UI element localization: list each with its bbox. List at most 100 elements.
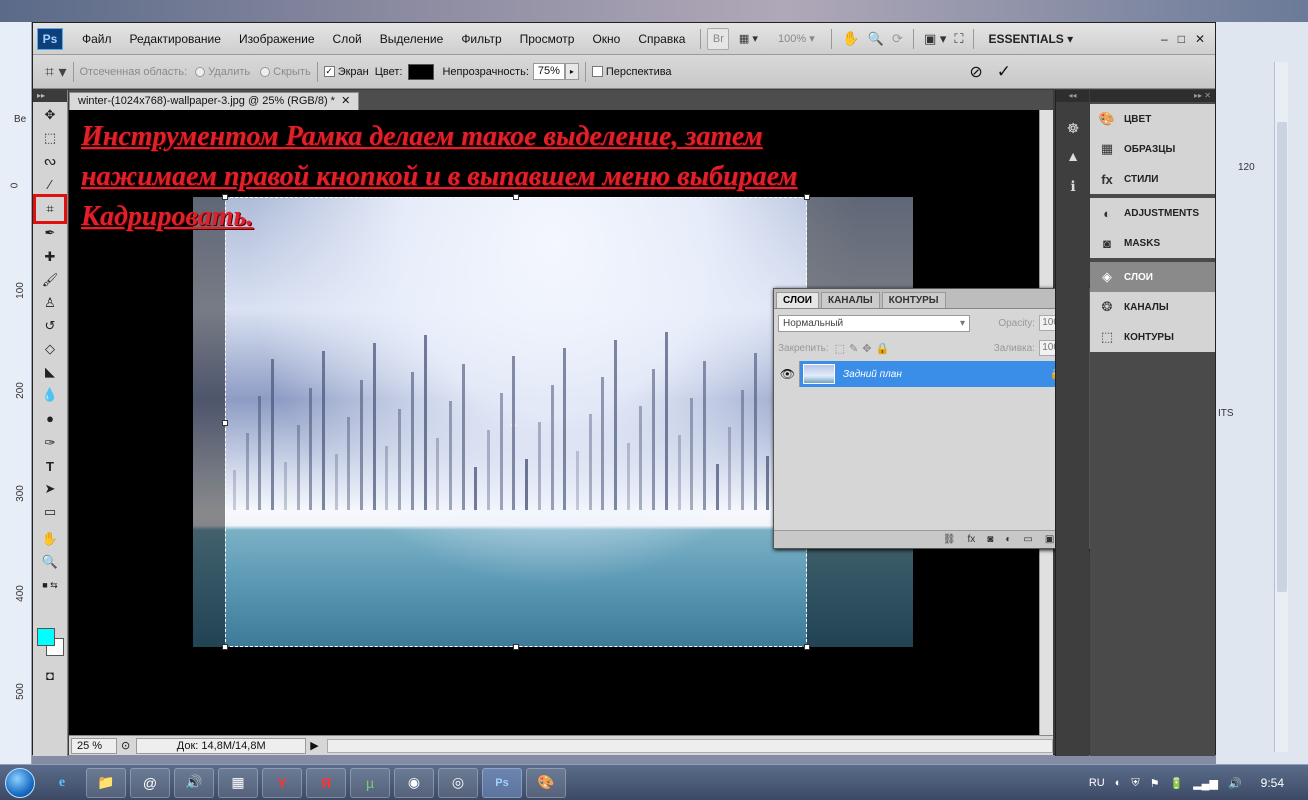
bridge-button[interactable]: Br (707, 27, 730, 50)
perspective-checkbox[interactable]: Перспектива (591, 66, 672, 78)
move-tool-icon[interactable]: ✥ (37, 104, 63, 126)
crop-selection[interactable]: ⌖ (222, 194, 810, 650)
marquee-tool-icon[interactable]: ⬚ (37, 127, 63, 149)
panel-swatches[interactable]: ▦ ОБРАЗЦЫ (1090, 134, 1215, 164)
panel-color[interactable]: 🎨 ЦВЕТ (1090, 104, 1215, 134)
zoom-tool-icon[interactable]: 🔍 (37, 551, 63, 573)
path-selection-tool-icon[interactable]: ➤ (37, 478, 63, 500)
blend-mode-select[interactable]: Нормальный ▾ (778, 314, 970, 332)
status-menu-arrow[interactable]: ▶ (310, 739, 318, 752)
rectangle-tool-icon[interactable]: ▭ (37, 501, 63, 523)
info-icon[interactable]: ℹ (1062, 178, 1084, 198)
lock-transparent-icon[interactable]: ⬚ (835, 342, 845, 355)
crop-tool-icon[interactable]: ⌗ (33, 194, 67, 224)
healing-brush-tool-icon[interactable]: ✚ (37, 246, 63, 268)
status-options-icon[interactable]: ⊙ (121, 739, 130, 752)
dock-collapse-icon[interactable]: ◂◂ (1056, 90, 1089, 102)
type-tool-icon[interactable]: T (37, 455, 63, 477)
panel-channels[interactable]: ❂ КАНАЛЫ (1090, 292, 1215, 322)
visibility-eye-icon[interactable]: 👁 (776, 361, 800, 387)
arrange-documents-icon[interactable]: ▣ ▾ (920, 28, 950, 50)
zoom-field[interactable]: 25 % (71, 737, 117, 754)
screen-mode-icon[interactable]: ⛶ (950, 28, 967, 50)
internet-explorer-icon[interactable]: e (42, 768, 82, 798)
blur-tool-icon[interactable]: 💧 (37, 384, 63, 406)
crop-handle[interactable] (804, 644, 810, 650)
lasso-tool-icon[interactable]: ᔓ (37, 150, 63, 172)
close-button[interactable]: ✕ (1195, 32, 1205, 46)
document-tab[interactable]: winter-(1024x768)-wallpaper-3.jpg @ 25% … (69, 92, 360, 110)
photoshop-logo[interactable]: Ps (37, 27, 63, 50)
menu-help[interactable]: Справка (629, 32, 694, 46)
explorer-icon[interactable]: 📁 (86, 767, 126, 798)
eraser-tool-icon[interactable]: ◇ (37, 338, 63, 360)
lock-all-icon[interactable]: 🔒 (876, 342, 890, 355)
yandex-browser-icon[interactable]: Я (306, 767, 346, 798)
canvas-horizontal-scrollbar[interactable] (326, 738, 1053, 753)
menu-filter[interactable]: Фильтр (452, 32, 510, 46)
cancel-icon[interactable]: ⊘ (969, 62, 982, 82)
layer-name[interactable]: Задний план (843, 369, 1050, 380)
clock[interactable]: 9:54 (1261, 776, 1284, 790)
menu-edit[interactable]: Редактирование (121, 32, 230, 46)
opacity-slider-button[interactable]: ▸ (564, 63, 579, 80)
panel-masks[interactable]: ◙ MASKS (1090, 228, 1215, 258)
lock-position-icon[interactable]: ✥ (862, 342, 871, 355)
tools-panel-header[interactable]: ▸▸ (33, 90, 67, 102)
network-icon[interactable]: ▂▄▆ (1193, 777, 1218, 790)
navigator-icon[interactable]: ☸ (1062, 120, 1084, 140)
panel-styles[interactable]: fx СТИЛИ (1090, 164, 1215, 194)
crop-handle[interactable] (513, 644, 519, 650)
dock-expand-icon[interactable]: ▸▸ ✕ (1090, 90, 1215, 102)
flag-icon[interactable]: ⚑ (1150, 777, 1160, 790)
opacity-input[interactable]: 75% (532, 63, 565, 80)
start-button[interactable] (0, 765, 40, 800)
chrome-icon[interactable]: ◉ (394, 767, 434, 798)
swap-colors-icon[interactable]: ■ ⇆ (37, 574, 63, 596)
crop-handle[interactable] (222, 644, 228, 650)
dodge-tool-icon[interactable]: ● (37, 407, 63, 429)
add-mask-icon[interactable]: ◙ (987, 534, 993, 545)
panel-layers[interactable]: ◈ СЛОИ (1090, 262, 1215, 292)
hide-radio[interactable]: Скрыть (260, 66, 311, 78)
menu-view[interactable]: Просмотр (511, 32, 584, 46)
paint-bucket-tool-icon[interactable]: ◣ (37, 361, 63, 383)
workspace-switcher[interactable]: ESSENTIALS ▾ (988, 32, 1073, 46)
delete-radio[interactable]: Удалить (195, 66, 250, 78)
tab-paths[interactable]: КОНТУРЫ (881, 292, 946, 308)
crop-tool-preset-icon[interactable]: ⌗ ▾ (45, 62, 67, 82)
layer-row[interactable]: 👁 Задний план 🔒 (776, 361, 1072, 387)
rotate-view-icon[interactable]: ⟳ (888, 28, 907, 50)
crop-handle[interactable] (222, 420, 228, 426)
layer-style-icon[interactable]: fx (968, 534, 976, 545)
panel-paths[interactable]: ⬚ КОНТУРЫ (1090, 322, 1215, 352)
layer-thumbnail[interactable] (803, 364, 835, 384)
shield-color-swatch[interactable] (408, 63, 435, 80)
mail-icon[interactable]: @ (130, 767, 170, 798)
tray-app-icon[interactable]: ◐ (1115, 777, 1122, 789)
language-indicator[interactable]: RU (1089, 777, 1105, 789)
brush-tool-icon[interactable]: 🖌 (37, 269, 63, 291)
commit-icon[interactable]: ✓ (997, 62, 1011, 82)
panel-adjustments[interactable]: ◐ ADJUSTMENTS (1090, 198, 1215, 228)
yandex-icon[interactable]: Y (262, 767, 302, 798)
link-layers-icon[interactable]: ⛓ (943, 534, 956, 545)
photoshop-taskbar-icon[interactable]: Ps (482, 767, 522, 798)
zoom-icon[interactable]: 🔍 (864, 28, 888, 50)
hand-icon[interactable]: ✋ (838, 28, 863, 50)
antivirus-icon[interactable]: ⛨ (1131, 777, 1139, 790)
menu-image[interactable]: Изображение (230, 32, 324, 46)
speaker-app-icon[interactable]: 🔊 (174, 767, 214, 798)
histogram-icon[interactable]: ▲ (1062, 148, 1084, 168)
power-icon[interactable]: 🔋 (1170, 777, 1184, 790)
hand-tool-icon[interactable]: ✋ (37, 528, 63, 550)
new-layer-icon[interactable]: ▣ (1045, 534, 1054, 545)
minimize-button[interactable]: – (1161, 32, 1168, 46)
lock-pixels-icon[interactable]: ✎ (849, 342, 858, 355)
adjustment-layer-icon[interactable]: ◐ (1005, 534, 1011, 545)
utorrent-icon[interactable]: µ (350, 767, 390, 798)
chrome-2-icon[interactable]: ◎ (438, 767, 478, 798)
menu-file[interactable]: Файл (73, 32, 121, 46)
new-group-icon[interactable]: ▭ (1023, 534, 1032, 545)
background-window-scrollbar[interactable] (1274, 62, 1288, 752)
